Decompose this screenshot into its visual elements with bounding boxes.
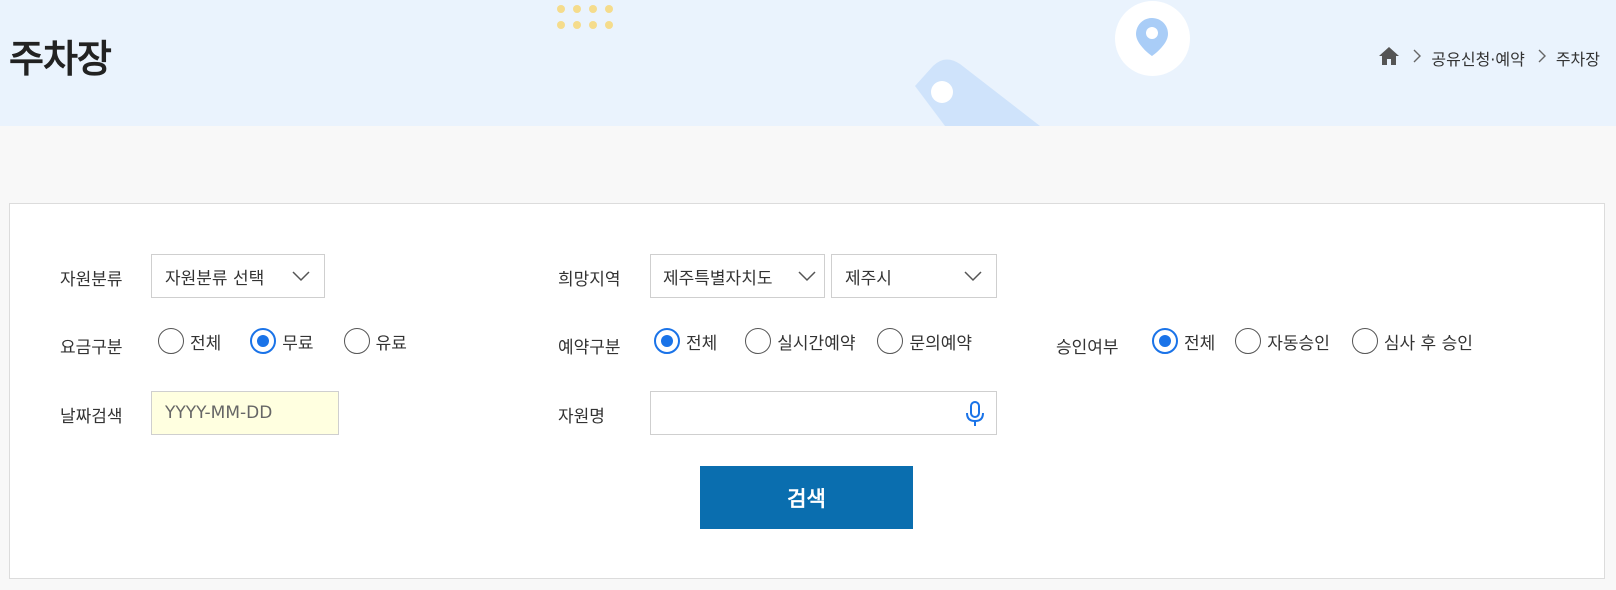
radio-circle[interactable]	[1235, 328, 1262, 354]
chevron-right-icon	[1412, 49, 1422, 67]
page-title: 주차장	[9, 37, 112, 81]
decorative-pin-circle	[1115, 1, 1190, 76]
province-selected: 제주특별자치도	[663, 268, 773, 289]
date-input[interactable]	[151, 391, 339, 435]
fee-radio-group: 전체 무료 유료	[158, 328, 407, 354]
radio-circle[interactable]	[1351, 328, 1378, 354]
fee-radio-all[interactable]: 전체	[158, 328, 221, 354]
decorative-tag-graphic	[915, 59, 1040, 126]
resource-name-input[interactable]	[651, 392, 951, 432]
approval-label: 승인여부	[1056, 338, 1119, 358]
search-form-panel: 자원분류 자원분류 선택 희망지역 제주특별자치도 제주시 요금구분 전체 무료…	[9, 203, 1605, 579]
radio-circle-checked[interactable]	[1152, 328, 1178, 354]
breadcrumb-item-parking[interactable]: 주차장	[1556, 46, 1600, 70]
approval-radio-all[interactable]: 전체	[1152, 328, 1215, 354]
radio-circle[interactable]	[745, 328, 772, 354]
resource-category-select[interactable]: 자원분류 선택	[151, 254, 325, 298]
radio-circle[interactable]	[158, 328, 184, 354]
radio-circle[interactable]	[877, 328, 904, 354]
date-label: 날짜검색	[60, 407, 123, 427]
resource-name-label: 자원명	[558, 407, 605, 427]
chevron-right-icon	[1537, 49, 1547, 67]
approval-radio-auto[interactable]: 자동승인	[1235, 328, 1330, 354]
reservation-radio-all[interactable]: 전체	[654, 328, 717, 354]
fee-radio-paid[interactable]: 유료	[343, 328, 407, 354]
resource-name-field	[650, 391, 997, 435]
city-selected: 제주시	[845, 268, 892, 289]
approval-radio-review[interactable]: 심사 후 승인	[1351, 328, 1473, 354]
resource-category-label: 자원분류	[60, 270, 123, 290]
fee-radio-free[interactable]: 무료	[250, 328, 314, 354]
approval-radio-group: 전체 자동승인 심사 후 승인	[1152, 328, 1473, 354]
microphone-icon[interactable]	[964, 401, 986, 431]
radio-circle[interactable]	[343, 328, 370, 354]
reservation-radio-realtime[interactable]: 실시간예약	[745, 328, 855, 354]
chevron-down-icon	[292, 271, 310, 282]
radio-circle-checked[interactable]	[250, 328, 277, 354]
province-select[interactable]: 제주특별자치도	[650, 254, 825, 298]
city-select[interactable]: 제주시	[831, 254, 997, 298]
reservation-type-radio-group: 전체 실시간예약 문의예약	[654, 328, 972, 354]
chevron-down-icon	[798, 271, 816, 282]
chevron-down-icon	[964, 271, 982, 282]
breadcrumb-item-share-apply[interactable]: 공유신청·예약	[1431, 46, 1524, 70]
location-pin-icon	[1136, 18, 1168, 56]
resource-category-selected: 자원분류 선택	[165, 268, 265, 289]
fee-label: 요금구분	[60, 338, 123, 358]
breadcrumb: 공유신청·예약 주차장	[1378, 46, 1600, 70]
decorative-dots	[557, 5, 613, 29]
search-button[interactable]: 검색	[700, 466, 913, 529]
radio-circle-checked[interactable]	[654, 328, 680, 354]
home-icon[interactable]	[1378, 46, 1400, 70]
reservation-radio-inquiry[interactable]: 문의예약	[877, 328, 972, 354]
page-header-banner: 주차장 공유신청·예약 주차장	[0, 0, 1616, 126]
reservation-type-label: 예약구분	[558, 338, 621, 358]
region-label: 희망지역	[558, 270, 621, 290]
